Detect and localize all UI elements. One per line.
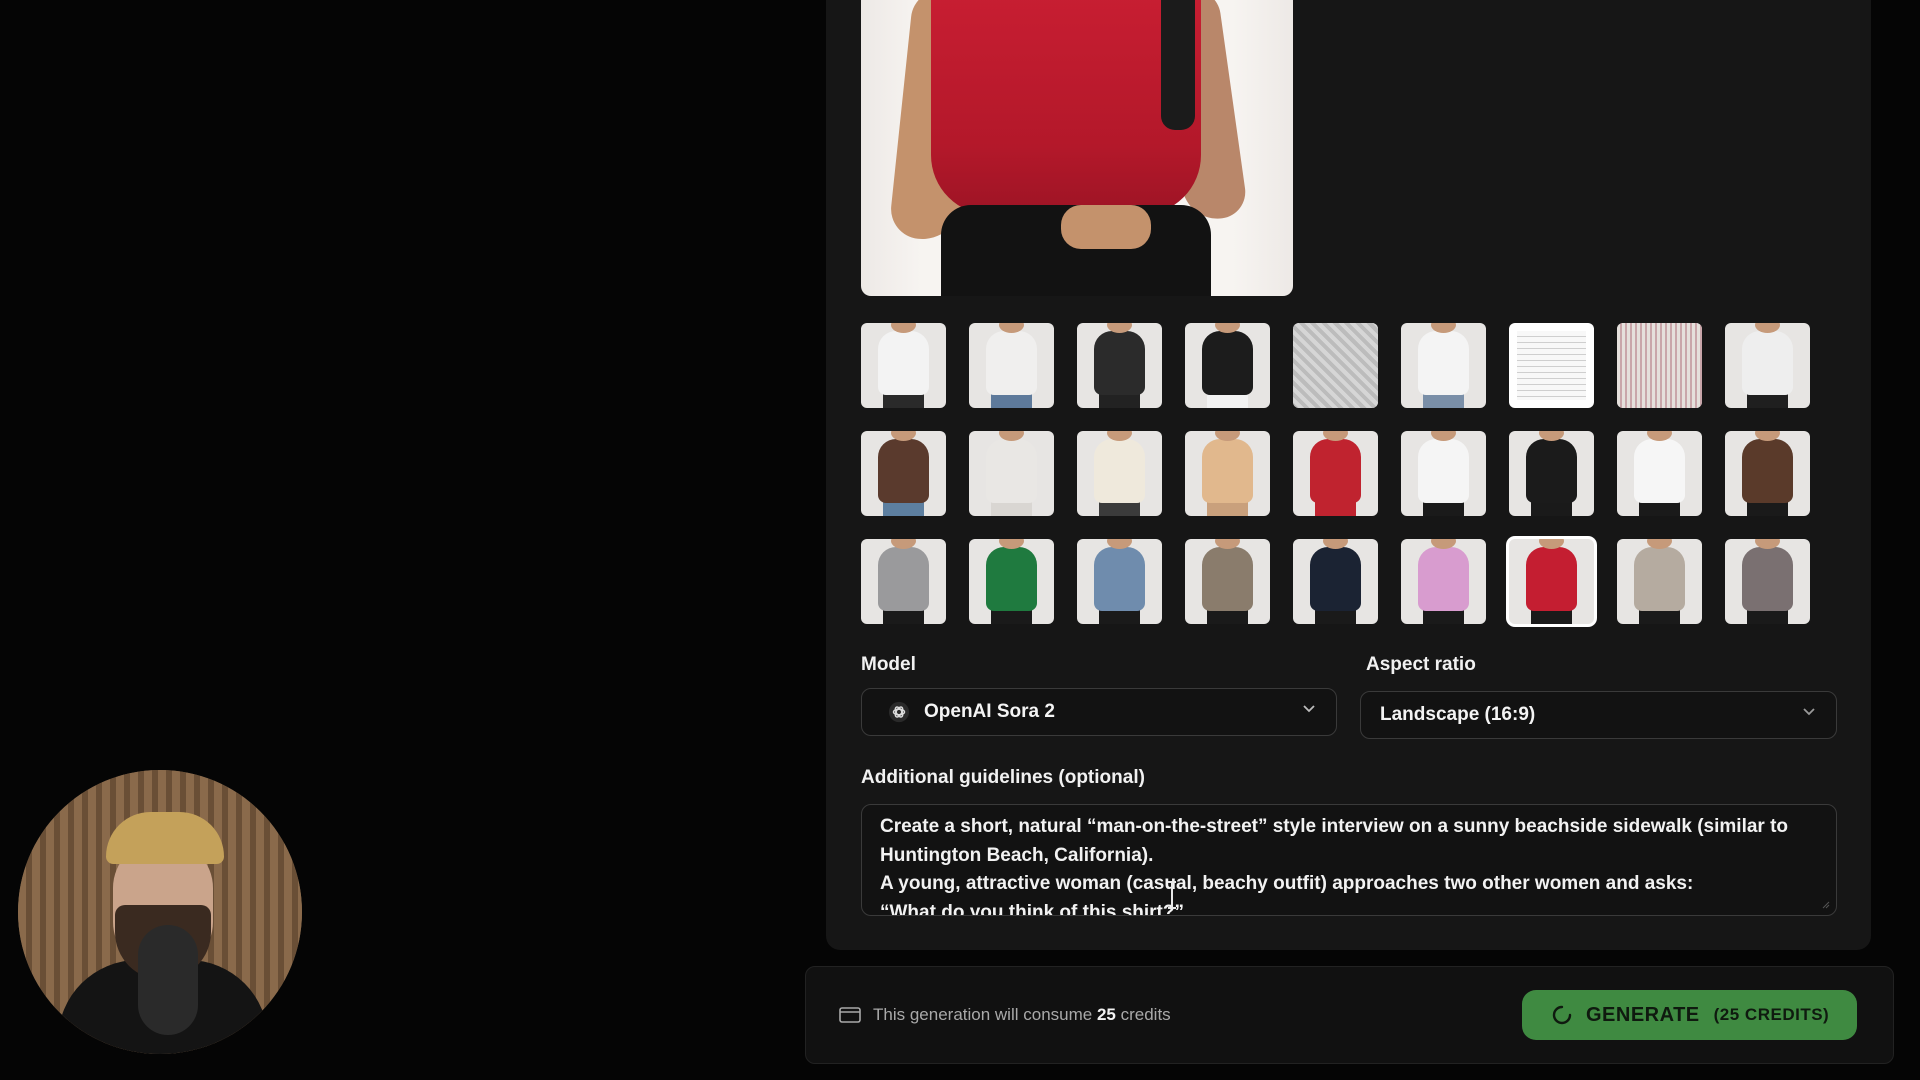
- thumbnail-shirt: [1202, 547, 1253, 611]
- thumbnail-shirt: [986, 547, 1037, 611]
- generate-footer: This generation will consume 25 credits …: [805, 966, 1894, 1064]
- preview-hands: [1061, 205, 1151, 249]
- thumbnail-shirt: [1094, 331, 1145, 395]
- openai-logo-icon: [888, 701, 910, 723]
- selected-image-preview: [861, 0, 1293, 296]
- aspect-ratio-select[interactable]: Landscape (16:9): [1360, 691, 1837, 739]
- credit-amount: 25: [1096, 1005, 1116, 1024]
- credit-prefix: This generation will consume: [873, 1005, 1093, 1024]
- guidelines-line: A young, attractive woman (casual, beach…: [880, 873, 1694, 894]
- generate-button-credits: (25 CREDITS): [1713, 1005, 1830, 1024]
- image-thumbnail[interactable]: [1617, 539, 1702, 624]
- guidelines-line: “What do you think of this shirt?”: [880, 901, 1184, 916]
- model-label: Model: [861, 654, 916, 675]
- image-thumbnail[interactable]: [1725, 539, 1810, 624]
- model-select[interactable]: OpenAI Sora 2: [861, 688, 1337, 736]
- aspect-ratio-label: Aspect ratio: [1366, 654, 1476, 675]
- guidelines-textarea[interactable]: Create a short, natural “man-on-the-stre…: [861, 804, 1837, 916]
- image-thumbnail[interactable]: [1293, 539, 1378, 624]
- thumbnail-shirt: [1742, 547, 1793, 611]
- image-thumbnail[interactable]: [1293, 323, 1378, 408]
- image-thumbnail[interactable]: [861, 431, 946, 516]
- image-thumbnail[interactable]: [1185, 431, 1270, 516]
- thumbnail-shirt: [986, 439, 1037, 503]
- image-thumbnail[interactable]: [1725, 323, 1810, 408]
- thumbnail-shirt: [1634, 439, 1685, 503]
- image-thumbnail[interactable]: [1077, 431, 1162, 516]
- image-thumbnail-grid: [861, 323, 1810, 624]
- aspect-ratio-select-value: Landscape (16:9): [1380, 704, 1536, 725]
- thumbnail-shirt: [878, 439, 929, 503]
- thumbnail-shirt: [986, 331, 1037, 395]
- thumbnail-shirt: [1742, 439, 1793, 503]
- fabric-image: [1293, 323, 1378, 408]
- image-thumbnail[interactable]: [1293, 431, 1378, 516]
- image-thumbnail[interactable]: [1401, 539, 1486, 624]
- image-thumbnail[interactable]: [1401, 323, 1486, 408]
- resize-grip-icon[interactable]: [1820, 899, 1830, 909]
- guidelines-line: Create a short, natural “man-on-the-stre…: [880, 816, 1789, 837]
- image-thumbnail[interactable]: [1725, 431, 1810, 516]
- image-thumbnail[interactable]: [1401, 431, 1486, 516]
- image-thumbnail[interactable]: [1617, 431, 1702, 516]
- guidelines-line: Huntington Beach, California).: [880, 844, 1154, 866]
- thumbnail-shirt: [1094, 547, 1145, 611]
- thumbnail-shirt: [1094, 439, 1145, 503]
- thumbnail-shirt: [1310, 439, 1361, 503]
- generate-button-label: GENERATE: [1586, 1003, 1700, 1026]
- chevron-down-icon: [1803, 708, 1815, 716]
- image-thumbnail[interactable]: [861, 323, 946, 408]
- image-thumbnail[interactable]: [1077, 539, 1162, 624]
- thumbnail-shirt: [1526, 439, 1577, 503]
- thumbnail-shirt: [1418, 439, 1469, 503]
- thumbnail-shirt: [1418, 331, 1469, 395]
- thumbnail-shirt: [1742, 331, 1793, 395]
- thumbnail-shirt: [1202, 331, 1253, 395]
- image-thumbnail[interactable]: [969, 539, 1054, 624]
- webcam-microphone: [138, 925, 198, 1035]
- image-thumbnail[interactable]: [1509, 539, 1594, 624]
- size-chart-image: [1517, 331, 1586, 400]
- image-thumbnail[interactable]: [1077, 323, 1162, 408]
- thumbnail-shirt: [1418, 547, 1469, 611]
- image-thumbnail[interactable]: [861, 539, 946, 624]
- thumbnail-shirt: [1634, 547, 1685, 611]
- image-thumbnail[interactable]: [1509, 323, 1594, 408]
- image-thumbnail[interactable]: [1509, 431, 1594, 516]
- thumbnail-shirt: [878, 331, 929, 395]
- text-cursor-icon: [1168, 881, 1176, 909]
- webcam-overlay: [18, 770, 302, 1054]
- generate-button[interactable]: GENERATE (25 CREDITS): [1522, 990, 1857, 1040]
- preview-bag: [1161, 0, 1195, 130]
- image-thumbnail[interactable]: [1185, 539, 1270, 624]
- color-swatch-image: [1617, 323, 1702, 408]
- thumbnail-shirt: [1310, 547, 1361, 611]
- image-thumbnail[interactable]: [1185, 323, 1270, 408]
- chevron-down-icon: [1303, 705, 1315, 713]
- image-thumbnail[interactable]: [969, 431, 1054, 516]
- image-thumbnail[interactable]: [969, 323, 1054, 408]
- thumbnail-shirt: [878, 547, 929, 611]
- credit-consumption-text: This generation will consume 25 credits: [873, 1005, 1171, 1025]
- thumbnail-shirt: [1202, 439, 1253, 503]
- model-select-value: OpenAI Sora 2: [924, 701, 1055, 722]
- loading-spinner-icon: [1552, 1005, 1572, 1025]
- image-thumbnail[interactable]: [1617, 323, 1702, 408]
- credit-suffix: credits: [1120, 1005, 1171, 1024]
- thumbnail-shirt: [1526, 547, 1577, 611]
- guidelines-label: Additional guidelines (optional): [861, 767, 1145, 788]
- credit-card-icon: [839, 1007, 861, 1023]
